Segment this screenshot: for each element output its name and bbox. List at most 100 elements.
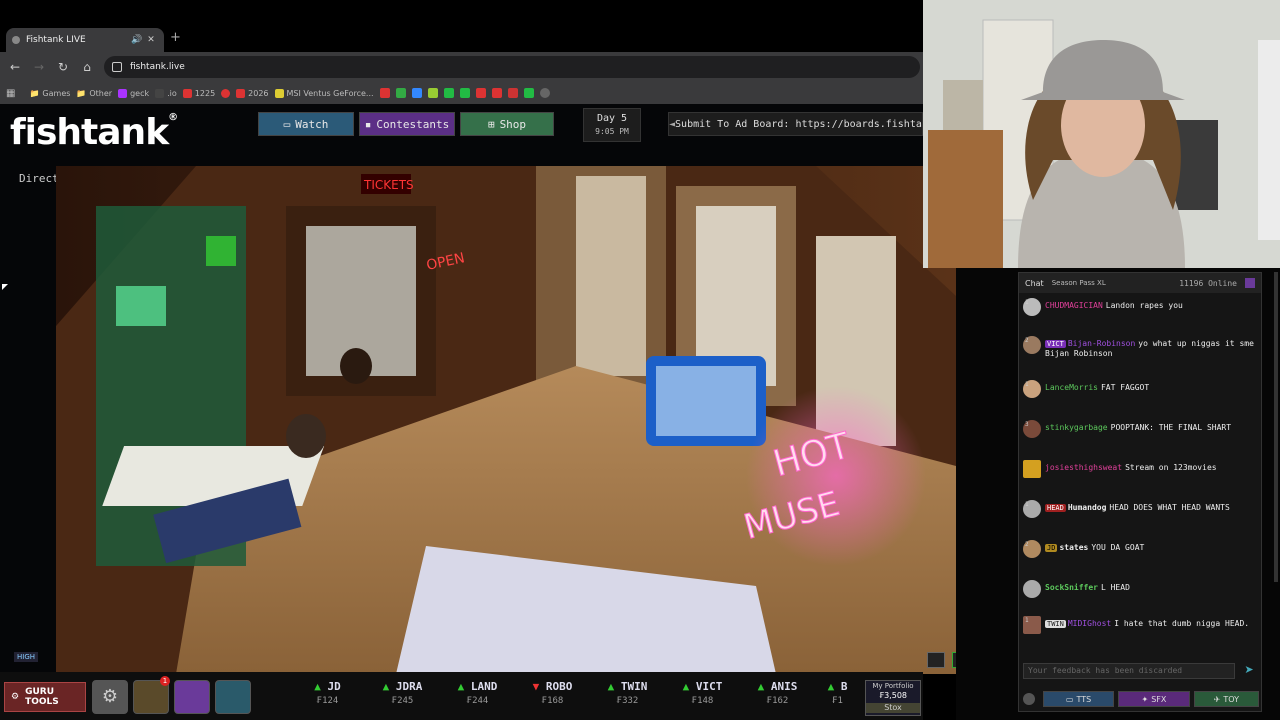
nav-shop-button[interactable]: ⊞ Shop [460,112,554,136]
bookmark-youtube-2026[interactable]: 2026 [236,88,269,98]
sfx-icon: ✦ [1141,694,1149,704]
tts-icon: ▭ [1065,694,1074,704]
bottom-toolbar: ⚙ GURU TOOLS ⚙ 1 ▲ JD ₣124 ▲ JDRA ₣245 ▲ L… [0,672,923,720]
chat-username[interactable]: Bijan-Robinson [1068,339,1135,348]
chat-scrollbar[interactable] [1274,272,1278,582]
sfx-button[interactable]: ✦ SFX [1118,691,1190,707]
day-label: Day 5 [596,113,628,124]
theater-mode-button[interactable] [927,652,945,668]
emoji-icon[interactable] [1023,693,1035,705]
stox-button[interactable]: Stox [866,703,920,713]
site-info-icon[interactable] [112,62,122,72]
online-count: 11196 Online [1179,278,1237,288]
chat-username[interactable]: stinkygarbage [1045,423,1108,432]
ticker-item[interactable]: ▲ JDRA ₣245 [365,680,440,718]
chat-input[interactable]: Your feedback has been discarded [1023,663,1235,679]
nav-contestants-button[interactable]: ▪ Contestants [359,112,455,136]
gear-icon: ⚙ [11,692,20,702]
bookmark-icon-2[interactable] [395,88,406,98]
ticker-item[interactable]: ▲ JD ₣124 [290,680,365,718]
season-pass-tab[interactable]: Season Pass XL [1052,279,1106,287]
ad-board-text: Submit To Ad Board: https://boards.fisht… [675,118,922,130]
bookmark-icon-3[interactable] [411,88,422,98]
apps-icon[interactable]: ▦ [6,88,15,99]
tab-close-icon[interactable]: ✕ [144,35,158,45]
new-tab-button[interactable]: + [170,30,181,45]
bookmark-folder-other[interactable]: 📁 Other [76,89,112,98]
browser-tab-bar: Fishtank LIVE 🔊 ✕ + [0,0,923,52]
chat-header: Chat Season Pass XL 11196 Online [1019,273,1261,293]
browser-toolbar: ← → ↻ ⌂ fishtank.live [0,52,923,82]
github-icon[interactable] [539,88,550,98]
home-icon[interactable]: ⌂ [75,60,99,74]
chat-message: 2 JD states YOU DA GOAT [1023,540,1259,558]
nav-watch-button[interactable]: ▭ Watch [258,112,354,136]
chat-tools: ▭ TTS ✦ SFX ✈ TOY [1019,687,1263,711]
address-bar[interactable]: fishtank.live [104,56,920,78]
bookmark-folder-games[interactable]: 📁 Games [29,89,70,98]
bookmark-icon-10[interactable] [523,88,534,98]
bookmark-geck[interactable]: geck [118,88,149,98]
mouse-cursor-icon [2,284,8,290]
tv-icon: ▭ [283,117,291,131]
bookmark-icon-1[interactable] [379,88,390,98]
bookmark-icon-9[interactable] [507,88,518,98]
toy-button[interactable]: ✈ TOY [1193,691,1260,707]
chat-title[interactable]: Chat [1025,279,1044,288]
ticker-item[interactable]: ▲ B ₣1 [815,680,860,718]
chat-settings-icon[interactable] [1245,278,1255,288]
bookmark-youtube-1225[interactable]: 1225 [182,88,215,98]
ticker-item[interactable]: ▲ LAND ₣244 [440,680,515,718]
guru-tools-button[interactable]: ⚙ GURU TOOLS [4,682,86,712]
fishtank-logo[interactable]: fishtank® [10,112,178,153]
ticker-item[interactable]: ▼ ROBO ₣168 [515,680,590,718]
ticker-item[interactable]: ▲ VICT ₣148 [665,680,740,718]
forward-icon[interactable]: → [27,60,51,74]
chat-message: 1 TWIN MIDIGhost I hate that dumb nigga HE… [1023,616,1259,634]
tools-button[interactable] [215,680,251,714]
items-button[interactable] [174,680,210,714]
avatar[interactable] [1023,460,1041,478]
chat-username[interactable]: josiesthighsweat [1045,463,1122,472]
day-time: 9:05 PM [595,127,629,136]
chat-username[interactable]: Humandog [1068,503,1107,512]
bookmark-icon-6[interactable] [459,88,470,98]
reload-icon[interactable]: ↻ [51,60,75,74]
tts-button[interactable]: ▭ TTS [1042,691,1115,707]
bookmark-misc[interactable]: .io [155,88,177,98]
chat-username[interactable]: MIDIGhost [1068,619,1111,628]
chat-message: 3 stinkygarbage POOPTANK: THE FINAL SHART [1023,420,1259,438]
bookmark-icon-7[interactable] [475,88,486,98]
portfolio-widget[interactable]: My Portfolio ₣3,508 Stox [865,680,921,716]
bookmark-icon-4[interactable] [427,88,438,98]
url-text: fishtank.live [130,62,185,72]
portfolio-value: ₣3,508 [879,691,907,700]
send-icon[interactable]: ➤ [1239,663,1259,679]
svg-text:TICKETS: TICKETS [363,178,414,192]
quality-badge[interactable]: HIGH [14,652,39,662]
chat-message: 1 HEAD Humandog HEAD DOES WHAT HEAD WANTS [1023,500,1259,518]
portfolio-label: My Portfolio [872,682,914,690]
day-clock: Day 5 9:05 PM [583,108,641,142]
back-icon[interactable]: ← [3,60,27,74]
live-video-feed[interactable]: HOT MUSE TICKETS OPEN [56,166,956,674]
ad-board-banner[interactable]: ◄ Submit To Ad Board: https://boards.fis… [668,112,923,136]
chat-username[interactable]: SockSniffer [1045,583,1098,592]
avatar[interactable] [1023,580,1041,598]
bookmark-icon-5[interactable] [443,88,454,98]
ticker-item[interactable]: ▲ ANIS ₣162 [740,680,815,718]
clan-badge: JD [1045,544,1058,552]
chat-username[interactable]: LanceMorris [1045,383,1098,392]
chat-username[interactable]: states [1059,543,1088,552]
settings-button[interactable]: ⚙ [92,680,128,714]
bookmark-icon-8[interactable] [491,88,502,98]
bookmark-msi[interactable]: MSI Ventus GeForce... [274,88,374,98]
browser-tab[interactable]: Fishtank LIVE 🔊 ✕ [6,28,164,52]
ticker-item[interactable]: ▲ TWIN ₣332 [590,680,665,718]
bookmark-red[interactable] [221,88,231,98]
stock-ticker: ▲ JD ₣124 ▲ JDRA ₣245 ▲ LAND ₣244 ▼ ROBO ₣16… [290,680,860,718]
clan-badge: HEAD [1045,504,1066,512]
chat-username[interactable]: CHUDMAGICIAN [1045,301,1103,310]
tab-audio-icon[interactable]: 🔊 [130,35,144,45]
chat-message: SockSniffer L HEAD [1023,580,1259,598]
